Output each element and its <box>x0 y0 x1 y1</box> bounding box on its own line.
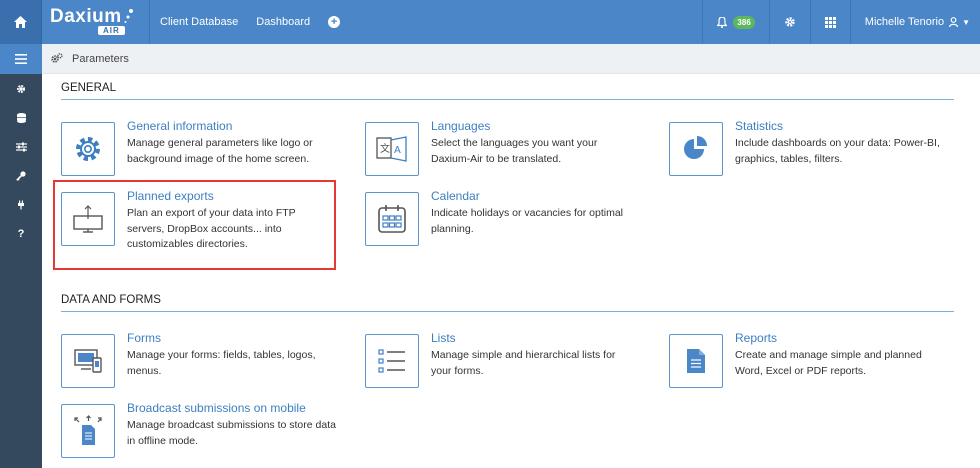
settings-button[interactable] <box>768 0 810 44</box>
card-icon-box <box>61 122 115 176</box>
sidebar-item-keys[interactable] <box>0 161 42 190</box>
sidebar-item-settings[interactable] <box>0 74 42 103</box>
section-title-data-forms: DATA AND FORMS <box>61 294 954 312</box>
list-icon <box>378 349 405 373</box>
card-icon-box <box>669 334 723 388</box>
nav-client-database[interactable]: Client Database <box>160 16 238 28</box>
card-icon-box <box>365 334 419 388</box>
gears-icon <box>51 53 63 63</box>
card-description: Select the languages you want your Daxiu… <box>431 137 598 165</box>
card-description: Include dashboards on your data: Power-B… <box>735 137 940 165</box>
chevron-down-icon: ▼ <box>962 17 970 27</box>
card-calendar[interactable]: Calendar Indicate holidays or vacancies … <box>365 189 635 246</box>
card-reports[interactable]: Reports Create and manage simple and pla… <box>669 331 949 388</box>
card-lists[interactable]: Lists Manage simple and hierarchical lis… <box>365 331 635 388</box>
card-general-information[interactable]: General information Manage general param… <box>61 119 331 176</box>
plug-icon <box>18 200 24 209</box>
card-icon-box <box>61 334 115 388</box>
sidebar-item-help[interactable]: ? <box>0 219 42 248</box>
user-menu[interactable]: Michelle Tenorio ▼ <box>849 0 980 44</box>
top-right-tools: 386 Michelle Tenorio ▼ <box>702 0 980 44</box>
sidebar-item-filters[interactable] <box>0 132 42 161</box>
highlight-box <box>53 180 336 270</box>
pie-chart-icon <box>684 136 707 159</box>
top-bar: Daxium AIR Client Database Dashboard + 3… <box>0 0 980 44</box>
card-broadcast-submissions[interactable]: Broadcast submissions on mobile Manage b… <box>61 401 341 458</box>
section-title-general: GENERAL <box>61 82 954 100</box>
translate-icon: 文A <box>376 136 407 162</box>
card-icon-box: 文A <box>365 122 419 176</box>
svg-text:A: A <box>394 145 401 156</box>
user-icon <box>949 17 959 27</box>
card-title: Statistics <box>735 119 784 133</box>
card-title: General information <box>127 119 233 133</box>
card-description: Manage general parameters like logo or b… <box>127 137 313 165</box>
card-title: Calendar <box>431 189 480 203</box>
card-statistics[interactable]: Statistics Include dashboards on your da… <box>669 119 949 176</box>
grid-icon <box>824 16 836 28</box>
sidebar: ? <box>0 44 42 468</box>
breadcrumb: Parameters <box>42 44 980 74</box>
question-icon: ? <box>17 227 25 240</box>
card-title: Forms <box>127 331 161 345</box>
calendar-icon <box>378 205 406 233</box>
card-title: Broadcast submissions on mobile <box>127 401 306 415</box>
card-languages[interactable]: 文A Languages Select the languages you wa… <box>365 119 635 176</box>
devices-icon <box>74 349 102 373</box>
breadcrumb-label: Parameters <box>72 52 129 65</box>
card-icon-box <box>61 404 115 458</box>
card-description: Manage broadcast submissions to store da… <box>127 419 336 447</box>
logo-dots-icon <box>124 9 133 23</box>
card-description: Indicate holidays or vacancies for optim… <box>431 207 624 235</box>
gear-icon <box>17 84 25 93</box>
bell-icon <box>717 16 728 28</box>
sidebar-item-plugins[interactable] <box>0 190 42 219</box>
broadcast-document-icon <box>74 415 102 445</box>
card-icon-box <box>669 122 723 176</box>
card-description: Manage simple and hierarchical lists for… <box>431 349 616 377</box>
card-title: Lists <box>431 331 456 345</box>
main-nav: Client Database Dashboard + <box>150 0 341 44</box>
gear-icon <box>785 17 795 27</box>
notifications-badge: 386 <box>733 15 755 29</box>
notifications-button[interactable]: 386 <box>702 0 768 44</box>
nav-dashboard[interactable]: Dashboard <box>256 16 310 28</box>
sidebar-item-database[interactable] <box>0 103 42 132</box>
gear-icon <box>76 137 100 161</box>
sliders-icon <box>15 142 27 151</box>
card-title: Reports <box>735 331 778 345</box>
brand-name: Daxium <box>50 6 122 27</box>
card-icon-box <box>365 192 419 246</box>
add-tab-icon[interactable]: + <box>328 16 341 28</box>
hamburger-icon <box>15 54 27 64</box>
card-forms[interactable]: Forms Manage your forms: fields, tables,… <box>61 331 331 388</box>
user-name: Michelle Tenorio <box>864 16 945 28</box>
sidebar-toggle[interactable] <box>0 44 42 74</box>
card-description: Create and manage simple and planned Wor… <box>735 349 922 377</box>
apps-button[interactable] <box>809 0 850 44</box>
svg-text:文: 文 <box>380 142 390 155</box>
database-icon <box>16 112 26 123</box>
app-logo[interactable]: Daxium AIR <box>42 0 150 44</box>
card-description: Manage your forms: fields, tables, logos… <box>127 349 316 377</box>
key-icon <box>16 170 26 181</box>
card-title: Languages <box>431 119 491 133</box>
brand-sub: AIR <box>98 26 125 35</box>
home-icon <box>14 16 27 28</box>
parameters-panel: GENERAL General information Manage gener… <box>42 74 980 468</box>
document-icon <box>687 349 705 373</box>
home-button[interactable] <box>0 0 42 44</box>
